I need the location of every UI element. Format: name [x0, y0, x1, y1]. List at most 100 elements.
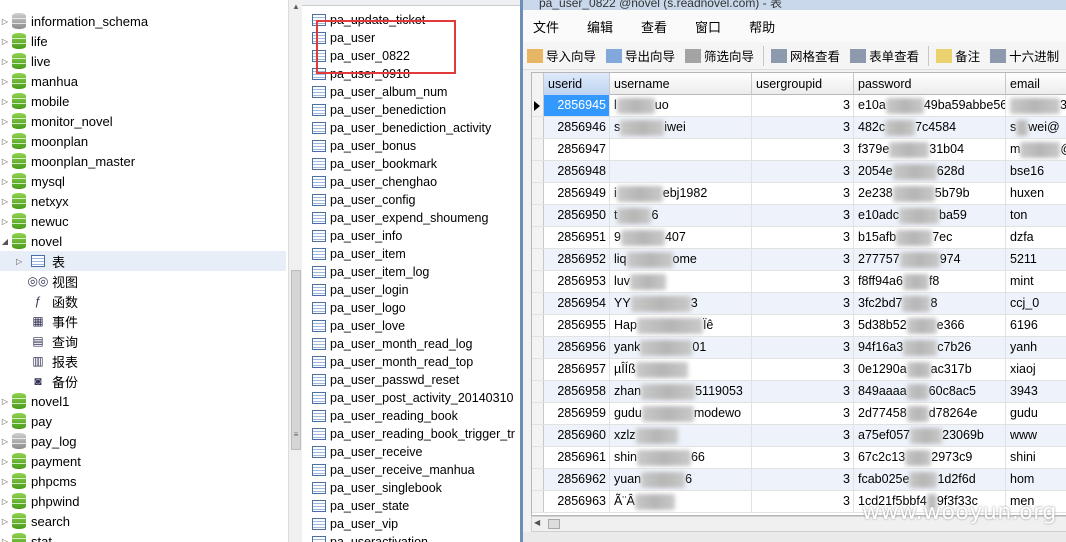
collapsed-arrow-icon[interactable]: ▷ [0, 137, 10, 146]
table-list-item[interactable]: pa_user_receive_manhua [312, 461, 475, 479]
collapsed-arrow-icon[interactable]: ▷ [0, 417, 10, 426]
tree-db-pay_log[interactable]: ▷ pay_log [0, 431, 286, 451]
cell-email[interactable]: dzfa [1006, 227, 1066, 248]
cell-usergroupid[interactable]: 3 [752, 293, 854, 314]
table-list-item[interactable]: pa_user_item_log [312, 263, 429, 281]
table-row[interactable]: 2856960 xzlz 3 a75ef057 23069b www [532, 425, 1066, 447]
table-list-item[interactable]: pa_user_receive [312, 443, 422, 461]
menu-item-3[interactable]: 窗口 [695, 17, 721, 36]
tree-db-manhua[interactable]: ▷ manhua [0, 71, 286, 91]
cell-email[interactable]: m @1 [1006, 139, 1066, 160]
cell-usergroupid[interactable]: 3 [752, 271, 854, 292]
menu-item-2[interactable]: 查看 [641, 17, 667, 36]
table-list-item[interactable]: pa_user_chenghao [312, 173, 437, 191]
tree-db-mysql[interactable]: ▷ mysql [0, 171, 286, 191]
cell-userid[interactable]: 2856947 [544, 139, 610, 160]
collapsed-arrow-icon[interactable]: ▷ [0, 197, 10, 206]
menu-item-1[interactable]: 编辑 [587, 17, 613, 36]
table-row[interactable]: 2856958 zhan 5119053 3 849aaaa 60c8ac5 3943 [532, 381, 1066, 403]
table-list-item[interactable]: pa_user_bookmark [312, 155, 437, 173]
table-row[interactable]: 2856956 yank 01 3 94f16a3 c7b26 yanh [532, 337, 1066, 359]
tree-scrollbar-thumb[interactable] [291, 270, 301, 450]
cell-password[interactable]: 849aaaa 60c8ac5 [854, 381, 1006, 402]
row-header[interactable] [532, 469, 544, 490]
tree-db-pay[interactable]: ▷ pay [0, 411, 286, 431]
table-row[interactable]: 2856953 luv 3 f8ff94a6 f8 mint [532, 271, 1066, 293]
cell-password[interactable]: f8ff94a6 f8 [854, 271, 1006, 292]
row-header[interactable] [532, 227, 544, 248]
table-list-item[interactable]: pa_user_state [312, 497, 409, 515]
tree-db-newuc[interactable]: ▷ newuc [0, 211, 286, 231]
table-row[interactable]: 2856947 3 f379e 31b04 m @1 [532, 139, 1066, 161]
table-list-item[interactable]: pa_user_info [312, 227, 402, 245]
cell-userid[interactable]: 2856951 [544, 227, 610, 248]
toolbar-button-export[interactable]: 导出向导 [602, 44, 681, 68]
cell-userid[interactable]: 2856956 [544, 337, 610, 358]
collapsed-arrow-icon[interactable]: ▷ [0, 397, 10, 406]
cell-username[interactable]: 9 407 [610, 227, 752, 248]
cell-email[interactable]: mint [1006, 271, 1066, 292]
tree-db-information_schema[interactable]: ▷ information_schema [0, 11, 286, 31]
cell-usergroupid[interactable]: 3 [752, 227, 854, 248]
row-header[interactable] [532, 491, 544, 512]
table-list-item[interactable]: pa_user_bonus [312, 137, 416, 155]
collapsed-arrow-icon[interactable]: ▷ [16, 257, 22, 266]
table-row[interactable]: 2856957 µÎÍß 3 0e1290a ac317b xiaoj [532, 359, 1066, 381]
collapsed-arrow-icon[interactable]: ▷ [0, 437, 10, 446]
cell-username[interactable] [610, 161, 752, 182]
cell-password[interactable]: b15afb 7ec [854, 227, 1006, 248]
cell-password[interactable]: 5d38b52 e366 [854, 315, 1006, 336]
row-header[interactable] [532, 315, 544, 336]
cell-username[interactable]: luv [610, 271, 752, 292]
cell-email[interactable]: bse16 [1006, 161, 1066, 182]
collapsed-arrow-icon[interactable]: ▷ [0, 117, 10, 126]
table-list-item[interactable]: pa_user_benediction_activity [312, 119, 491, 137]
cell-password[interactable]: 277757 974 [854, 249, 1006, 270]
table-list-item[interactable]: pa_user_vip [312, 515, 398, 533]
cell-password[interactable]: fcab025e 1d2f6d [854, 469, 1006, 490]
table-row[interactable]: 2856950 t 6 3 e10adc ba59 ton [532, 205, 1066, 227]
collapsed-arrow-icon[interactable]: ▷ [0, 37, 10, 46]
cell-email[interactable]: 3437@ [1006, 95, 1066, 116]
cell-userid[interactable]: 2856954 [544, 293, 610, 314]
cell-usergroupid[interactable]: 3 [752, 381, 854, 402]
tree-db-payment[interactable]: ▷ payment [0, 451, 286, 471]
cell-username[interactable]: l uo [610, 95, 752, 116]
cell-usergroupid[interactable]: 3 [752, 183, 854, 204]
table-row[interactable]: 2856961 shin 66 3 67c2c13 2973c9 shini [532, 447, 1066, 469]
table-row[interactable]: 2856949 i ebj1982 3 2e238 5b79b huxen [532, 183, 1066, 205]
collapsed-arrow-icon[interactable]: ▷ [0, 497, 10, 506]
cell-userid[interactable]: 2856955 [544, 315, 610, 336]
collapsed-arrow-icon[interactable]: ▷ [0, 157, 10, 166]
row-header[interactable] [532, 117, 544, 138]
collapsed-arrow-icon[interactable]: ▷ [0, 177, 10, 186]
cell-userid[interactable]: 2856949 [544, 183, 610, 204]
cell-username[interactable]: yank 01 [610, 337, 752, 358]
tree-db-moonplan[interactable]: ▷ moonplan [0, 131, 286, 151]
table-list-item[interactable]: pa_user_reading_book [312, 407, 458, 425]
column-header-userid[interactable]: userid [544, 73, 610, 95]
cell-email[interactable]: xiaoj [1006, 359, 1066, 380]
cell-usergroupid[interactable]: 3 [752, 359, 854, 380]
row-header[interactable] [532, 403, 544, 424]
cell-username[interactable]: i ebj1982 [610, 183, 752, 204]
cell-usergroupid[interactable]: 3 [752, 337, 854, 358]
cell-usergroupid[interactable]: 3 [752, 447, 854, 468]
cell-password[interactable]: 482c 7c4584 [854, 117, 1006, 138]
table-row[interactable]: 2856952 liq ome 3 277757 974 5211 [532, 249, 1066, 271]
cell-username[interactable]: µÎÍß [610, 359, 752, 380]
scroll-left-arrow-icon[interactable]: ◀ [534, 518, 540, 527]
row-header[interactable] [532, 95, 544, 116]
table-list-item[interactable]: pa_user_logo [312, 299, 406, 317]
row-header[interactable] [532, 337, 544, 358]
cell-password[interactable]: e10a 49ba59abbe56 [854, 95, 1006, 116]
cell-password[interactable]: 2054e 628d [854, 161, 1006, 182]
column-header-password[interactable]: password [854, 73, 1006, 95]
cell-usergroupid[interactable]: 3 [752, 95, 854, 116]
table-list-item[interactable]: pa_useractivation [312, 533, 428, 542]
cell-email[interactable]: ton [1006, 205, 1066, 226]
cell-usergroupid[interactable]: 3 [752, 161, 854, 182]
tree-db-stat[interactable]: ▷ stat [0, 531, 286, 542]
collapsed-arrow-icon[interactable]: ▷ [0, 97, 10, 106]
cell-usergroupid[interactable]: 3 [752, 491, 854, 512]
